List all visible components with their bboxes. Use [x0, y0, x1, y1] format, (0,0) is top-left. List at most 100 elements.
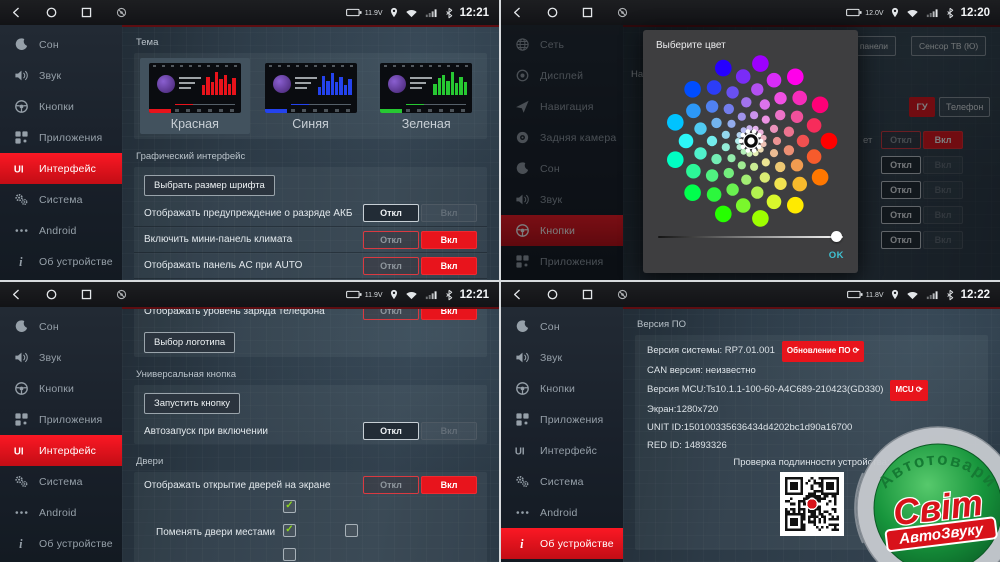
- toggle-off-segment[interactable]: Откл: [363, 257, 419, 275]
- toggle-off-segment[interactable]: Откл: [363, 204, 419, 222]
- sidebar-item-label: Об устройстве: [39, 256, 113, 268]
- door-checkbox-left[interactable]: [283, 524, 296, 537]
- color-wheel[interactable]: [661, 51, 841, 231]
- sidebar-item-dots[interactable]: Android: [0, 215, 122, 246]
- home-icon[interactable]: [45, 6, 58, 19]
- sidebar-item-info[interactable]: iОб устройстве: [501, 528, 623, 559]
- back-icon[interactable]: [511, 288, 524, 301]
- toggle-on-segment[interactable]: Вкл: [421, 422, 477, 440]
- sidebar-item-apps[interactable]: Приложения: [501, 404, 623, 435]
- toggle-on-segment[interactable]: Вкл: [421, 257, 477, 275]
- slider-track[interactable]: [658, 236, 843, 238]
- recents-icon[interactable]: [581, 6, 594, 19]
- on-off-toggle[interactable]: ОтклВкл: [363, 204, 477, 222]
- theme-card-2[interactable]: Синяя: [256, 58, 366, 134]
- toggle-off-segment[interactable]: Откл: [363, 476, 419, 494]
- sidebar-item-ui[interactable]: UIИнтерфейс: [501, 435, 623, 466]
- theme-card-1[interactable]: Красная: [140, 58, 250, 134]
- door-checkbox-right[interactable]: [345, 524, 358, 537]
- launch-button[interactable]: Запустить кнопку: [144, 393, 240, 414]
- sidebar-item-dots[interactable]: Android: [0, 497, 122, 528]
- back-icon[interactable]: [511, 6, 524, 19]
- toggle-off-segment[interactable]: Откл: [363, 422, 419, 440]
- sidebar-item-moon[interactable]: Сон: [501, 311, 623, 342]
- sidebar-item-ui[interactable]: UIИнтерфейс: [0, 153, 122, 184]
- ok-button[interactable]: OK: [815, 243, 858, 269]
- toggle-on-segment[interactable]: Вкл: [421, 307, 477, 320]
- back-icon[interactable]: [10, 288, 23, 301]
- sidebar-item-dots[interactable]: Android: [501, 497, 623, 528]
- brightness-slider[interactable]: [658, 231, 843, 243]
- apps-icon: [13, 412, 29, 428]
- recents-icon[interactable]: [581, 288, 594, 301]
- settings-row: Отображать предупреждение о разряде АКБО…: [134, 200, 487, 226]
- svg-text:i: i: [19, 255, 23, 269]
- location-icon: [390, 289, 398, 300]
- sidebar-item-speaker[interactable]: Звук: [0, 60, 122, 91]
- sidebar-item-label: Интерфейс: [540, 445, 597, 457]
- toggle-on-segment[interactable]: Вкл: [421, 204, 477, 222]
- on-off-toggle[interactable]: ОтклВкл: [363, 307, 477, 320]
- slider-thumb[interactable]: [831, 231, 842, 242]
- sidebar-item-gears[interactable]: Система: [0, 184, 122, 215]
- toggle-off-segment[interactable]: Откл: [363, 231, 419, 249]
- dots-icon: [13, 505, 29, 521]
- sidebar-item-moon[interactable]: Сон: [0, 311, 122, 342]
- theme-selector: КраснаяСиняяЗеленая: [134, 53, 487, 139]
- data-saver-icon: [115, 288, 128, 301]
- on-off-toggle[interactable]: ОтклВкл: [363, 476, 477, 494]
- apps-icon: [13, 130, 29, 146]
- battery-voltage: 11.9V: [365, 292, 383, 299]
- theme-card-3[interactable]: Зеленая: [371, 58, 481, 134]
- sidebar-item-ui[interactable]: UIИнтерфейс: [0, 435, 122, 466]
- panel-ui-theme-settings: 11.9V12:21 СонЗвукКнопкиПриложенияUIИнте…: [0, 0, 499, 280]
- door-checkbox-bottom[interactable]: [283, 548, 296, 561]
- home-icon[interactable]: [546, 288, 559, 301]
- location-icon: [891, 289, 899, 300]
- ui-icon: UI: [13, 161, 29, 177]
- location-icon: [891, 7, 899, 18]
- sidebar-item-speaker[interactable]: Звук: [0, 342, 122, 373]
- on-off-toggle[interactable]: ОтклВкл: [363, 257, 477, 275]
- on-off-toggle[interactable]: ОтклВкл: [363, 422, 477, 440]
- sidebar-item-info[interactable]: iОб устройстве: [0, 528, 122, 559]
- sidebar-item-info[interactable]: i Об устройстве: [0, 246, 122, 277]
- toggle-off-segment[interactable]: Откл: [363, 307, 419, 320]
- home-icon[interactable]: [546, 6, 559, 19]
- back-icon[interactable]: [10, 6, 23, 19]
- gears-icon: [13, 474, 29, 490]
- sidebar-item-moon[interactable]: Сон: [0, 29, 122, 60]
- settings-row: Включить мини-панель климатаОтклВкл: [134, 226, 487, 252]
- sidebar-item-apps[interactable]: Приложения: [0, 122, 122, 153]
- door-checkbox-top[interactable]: [283, 500, 296, 513]
- update-badge[interactable]: Обновление ПО ⟳: [782, 341, 864, 362]
- logo-select-button[interactable]: Выбор логотипа: [144, 332, 235, 353]
- sidebar-item-label: Android: [540, 507, 578, 519]
- sidebar-item-wheel[interactable]: Кнопки: [0, 91, 122, 122]
- sidebar-item-wheel[interactable]: Кнопки: [0, 373, 122, 404]
- recents-icon[interactable]: [80, 288, 93, 301]
- sidebar-item-speaker[interactable]: Звук: [501, 342, 623, 373]
- on-off-toggle[interactable]: ОтклВкл: [363, 231, 477, 249]
- toggle-on-segment[interactable]: Вкл: [421, 476, 477, 494]
- settings-row: Отображать панель AC при AUTOОтклВкл: [134, 252, 487, 278]
- update-badge[interactable]: MCU ⟳: [890, 380, 927, 401]
- sidebar-item-gears[interactable]: Система: [0, 466, 122, 497]
- sidebar-item-apps[interactable]: Приложения: [0, 404, 122, 435]
- logo-panel: Отображать уровень заряда телефонаОтклВк…: [134, 307, 487, 357]
- status-bar: 11.8V12:22: [501, 282, 1000, 307]
- settings-row: Отображать уровень заряда батареи автомо…: [134, 278, 487, 280]
- moon-icon: [13, 319, 29, 335]
- sidebar-item-gears[interactable]: Система: [501, 466, 623, 497]
- toggle-on-segment[interactable]: Вкл: [421, 231, 477, 249]
- gears-icon: [514, 474, 530, 490]
- sidebar-item-label: Сон: [39, 39, 59, 51]
- home-icon[interactable]: [45, 288, 58, 301]
- version-line: Версия системы: RP7.01.001Обновление ПО …: [647, 341, 976, 362]
- sidebar-item-wheel[interactable]: Кнопки: [501, 373, 623, 404]
- font-size-button[interactable]: Выбрать размер шрифта: [144, 175, 275, 196]
- battery-icon: [346, 8, 362, 17]
- version-line: CAN версия: неизвестно: [647, 362, 976, 380]
- sidebar: СонЗвукКнопкиПриложенияUIИнтерфейсСистем…: [0, 307, 122, 562]
- recents-icon[interactable]: [80, 6, 93, 19]
